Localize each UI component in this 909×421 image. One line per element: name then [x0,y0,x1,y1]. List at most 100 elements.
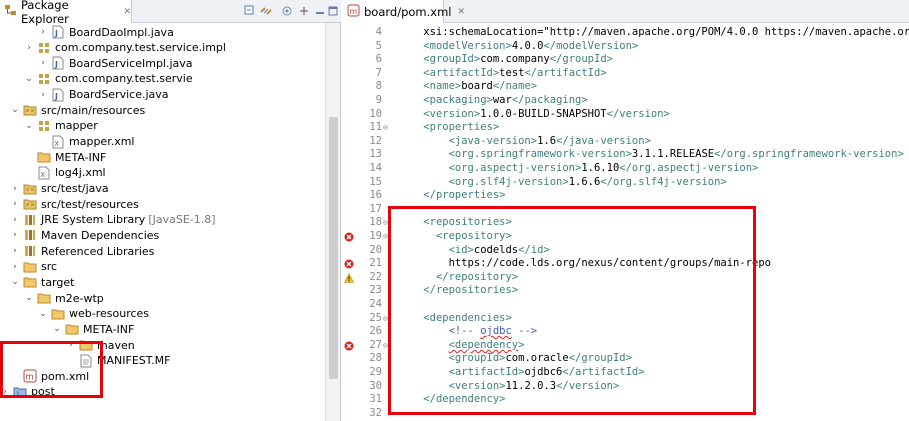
tree-item-label: Referenced Libraries [41,244,155,258]
error-marker-icon[interactable] [344,259,354,269]
tree-item[interactable]: › J BoardDaoImpl.java [0,24,174,40]
chevron-right-icon[interactable]: › [10,181,20,197]
svg-text:J: J [16,391,19,398]
close-icon[interactable]: ✕ [123,7,131,17]
scrollbar-thumb[interactable] [329,117,338,379]
fold-toggle-icon[interactable]: ⊖ [383,230,392,244]
library-icon [22,212,38,228]
chevron-down-icon[interactable]: ⌄ [10,274,20,290]
tree-item[interactable]: META-INF [0,149,106,165]
view-menu-icon[interactable] [297,4,311,18]
tree-item[interactable]: › Maven Dependencies [0,227,159,243]
tree-item-label: src/test/java [41,182,109,195]
tree-item[interactable]: › maven [0,337,135,353]
fold-toggle-icon[interactable]: ⊖ [383,339,392,353]
package-explorer-scrollbar[interactable] [325,23,340,421]
line-number: 24 [369,298,382,310]
svg-text:X: X [54,140,59,148]
maximize-icon[interactable] [326,4,340,18]
maven-pom-icon: m [22,368,38,384]
collapse-all-icon[interactable] [243,4,257,18]
chevron-right-icon[interactable]: › [10,196,20,212]
tree-item-label: META-INF [55,150,107,164]
code-line: </properties> [423,189,506,202]
xml-file-icon: X [36,165,52,181]
chevron-right-icon[interactable]: › [10,259,20,275]
chevron-right-icon[interactable]: › [24,40,34,56]
fold-toggle-icon[interactable]: ⊖ [383,216,392,230]
chevron-right-icon[interactable]: › [10,212,20,228]
maven-pom-icon: m [347,4,360,20]
minimize-icon[interactable] [313,4,327,18]
error-marker-icon[interactable] [344,341,354,351]
tree-item[interactable]: ⌄ m2e-wtp [0,290,104,306]
chevron-right-icon[interactable]: › [38,87,48,103]
tree-item-label: com.company.test.servie [55,72,193,86]
tree-item[interactable]: › src/test/java [0,181,109,197]
tree-item[interactable]: m pom.xml [0,368,89,384]
tree-item[interactable]: › com.company.test.service.impl [0,40,226,56]
line-number: 10 [369,107,382,120]
tree-item[interactable]: › Jpost [0,384,55,400]
svg-text:X: X [40,171,45,179]
tree-item[interactable]: Xlog4j.xml [0,165,106,181]
editor-tab-title: board/pom.xml [364,4,452,19]
tree-item[interactable]: › src [0,259,57,275]
chevron-down-icon[interactable]: ⌄ [38,306,48,322]
tree-item[interactable]: ⌄ target [0,274,74,290]
line-number: 27 [369,338,382,351]
fold-toggle-icon[interactable]: ⊖ [383,121,392,135]
tree-item[interactable]: › J BoardService.java [0,87,169,103]
line-number: 4 [375,26,382,38]
chevron-right-icon[interactable]: › [10,227,20,243]
tree-item[interactable]: ⌄ com.company.test.servie [0,71,193,87]
svg-text:m: m [349,7,357,16]
line-number: 23 [369,284,382,297]
line-number: 20 [369,243,382,256]
package-icon [36,118,52,134]
chevron-down-icon[interactable]: ⌄ [24,71,34,87]
link-with-editor-icon[interactable] [259,4,273,18]
editor-tab-pom-xml[interactable]: m board/pom.xml ✕ [342,0,465,23]
chevron-down-icon[interactable]: ⌄ [10,102,20,118]
svg-text:J: J [54,60,58,69]
code-area[interactable]: xsi:schemaLocation="http://maven.apache.… [398,23,909,421]
svg-text:J: J [54,29,58,38]
chevron-down-icon[interactable]: ⌄ [24,290,34,306]
line-number: 17 [369,202,382,215]
chevron-right-icon[interactable]: › [38,55,48,71]
tree-item-label: src [41,260,58,274]
fold-toggle-icon[interactable]: ⊖ [383,312,392,326]
chevron-right-icon[interactable]: › [10,243,20,259]
error-marker-icon[interactable] [344,232,354,242]
tree-item[interactable]: ⌄ web-resources [0,306,149,322]
tree-item[interactable]: › J BoardServiceImpl.java [0,55,193,71]
xml-editor: m board/pom.xml ✕ 4 5 6 7 8 9 10 11 ⊖ 12 13 14 15 16 1… [342,0,909,421]
tree-item[interactable]: MANIFEST.MF [0,353,170,369]
focus-icon[interactable] [280,4,294,18]
chevron-right-icon[interactable]: › [66,337,76,353]
tree-item[interactable]: ⌄ META-INF [0,321,134,337]
chevron-right-icon[interactable]: › [38,24,48,40]
tree-item[interactable]: ⌄ mapper [0,118,98,134]
tree-item[interactable]: › Referenced Libraries [0,243,154,259]
library-icon [22,227,38,243]
close-icon[interactable]: ✕ [457,7,465,17]
package-explorer-tab[interactable]: Package Explorer ✕ [0,0,132,26]
folder-icon [36,149,52,165]
line-number: 32 [369,406,382,419]
chevron-right-icon[interactable]: › [0,384,10,400]
tree-item-label: BoardServiceImpl.java [69,56,193,70]
warning-marker-icon[interactable] [344,272,354,283]
tree-item[interactable]: ⌄ src/main/resources [0,102,145,118]
tree-item[interactable]: › src/test/resources [0,196,139,212]
chevron-down-icon[interactable]: ⌄ [24,118,34,134]
tree-item-label: src/main/resources [41,103,146,117]
chevron-down-icon[interactable]: ⌄ [52,321,62,337]
code-line: <repositories> [423,216,512,229]
code-line: </dependency> [423,393,506,406]
tree-item[interactable]: › JRE System Library [JavaSE-1.8] [0,212,215,228]
code-line: <name>board</name> [423,80,538,93]
tree-item[interactable]: Xmapper.xml [0,134,134,150]
